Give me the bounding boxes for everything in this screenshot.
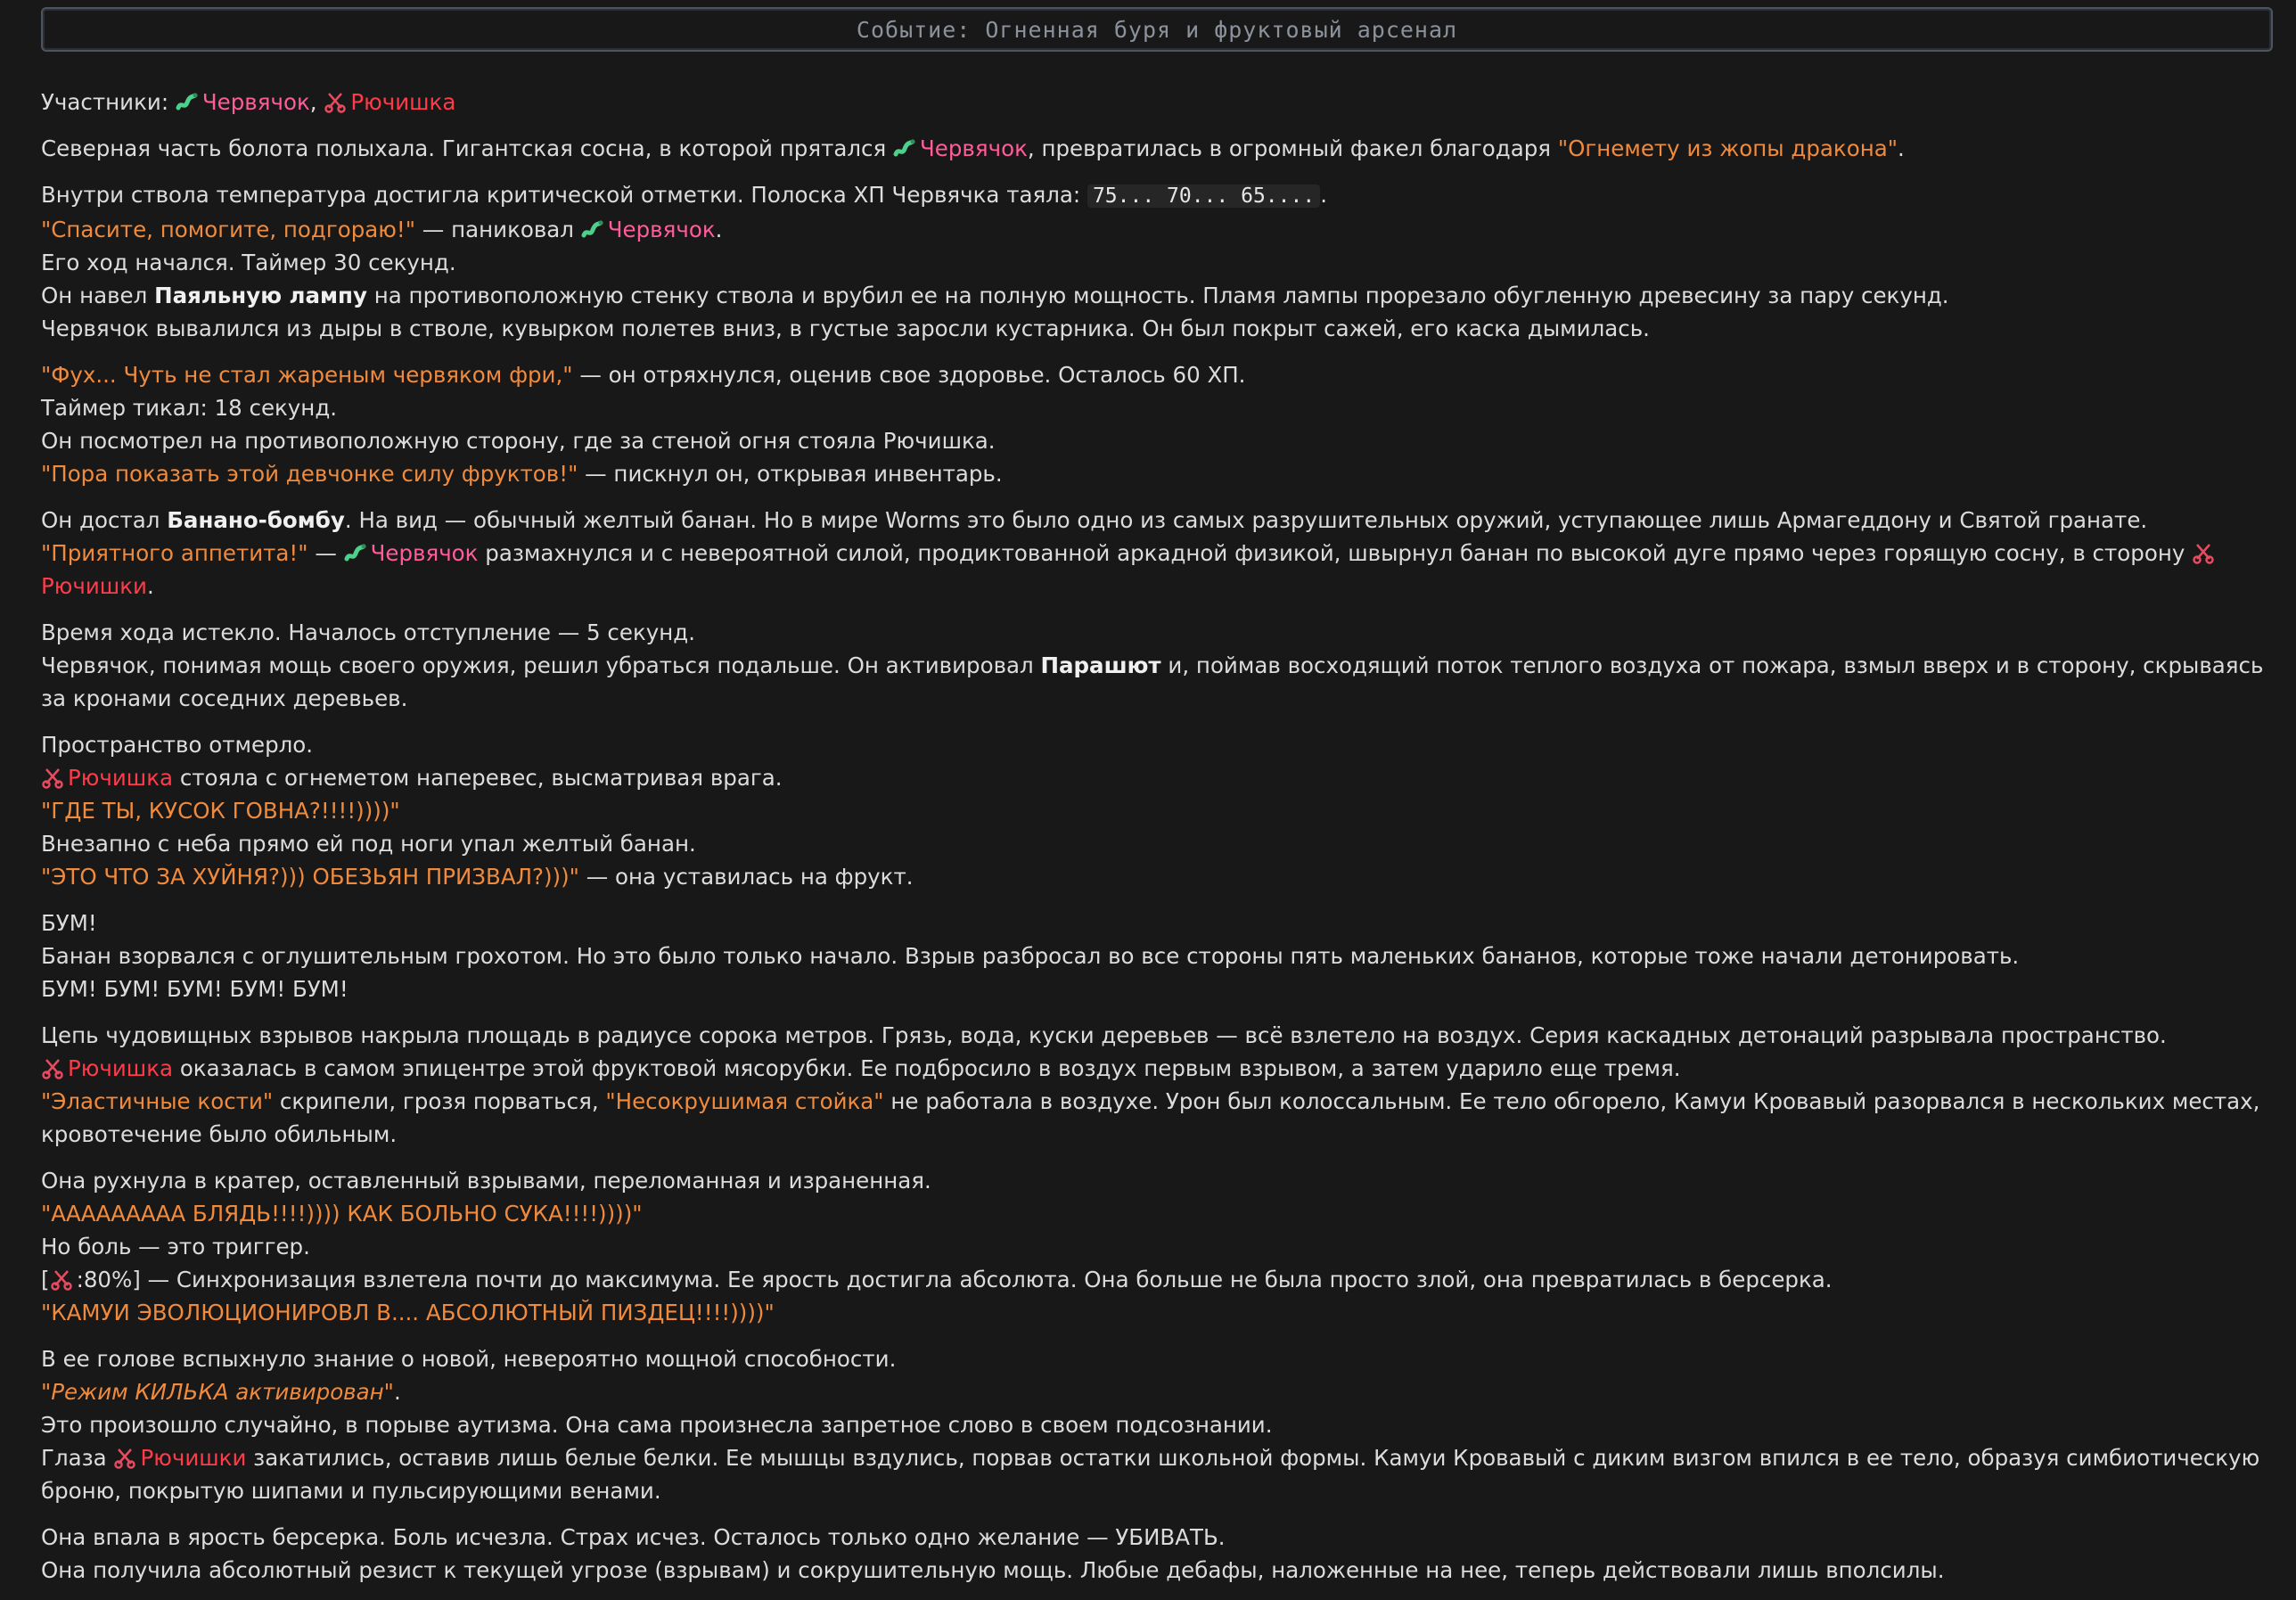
scissors-icon <box>42 768 63 789</box>
scissors-icon <box>42 1059 63 1079</box>
worm-icon <box>344 544 366 562</box>
participants-line: Участники: Червячок, Рючишка <box>41 89 456 115</box>
participant-worm: Червячок <box>201 89 310 115</box>
story-text: Участники: Червячок, Рючишка Северная ча… <box>41 86 2269 1600</box>
worm-icon <box>176 93 198 111</box>
paragraph: БУМ! Банан взорвался с оглушительным гро… <box>41 910 2020 1002</box>
paragraph: Северная часть болота полыхала. Гигантск… <box>41 135 1905 161</box>
event-header: Событие: Огненная буря и фруктовый арсен… <box>41 7 2273 52</box>
paragraph: Пространство отмерло. Рючишка стояла с о… <box>41 732 914 890</box>
paragraph: Она впала в ярость берсерка. Боль исчезл… <box>41 1524 1945 1583</box>
hp-readout: 75... 70... 65.... <box>1086 185 1321 208</box>
scissors-icon <box>114 1448 136 1469</box>
paragraph: "Фух... Чуть не стал жареным червяком фр… <box>41 362 1246 487</box>
scissors-icon <box>2193 544 2214 564</box>
scissors-icon <box>50 1270 72 1291</box>
participant-ryu: Рючишка <box>350 89 456 115</box>
paragraph: Она рухнула в кратер, оставленный взрыва… <box>41 1168 1833 1325</box>
worm-icon <box>893 139 915 157</box>
scissors-icon <box>324 93 347 113</box>
paragraph: Он достал Банано-бомбу. На вид — обычный… <box>41 504 2269 603</box>
event-title: Событие: Огненная буря и фруктовый арсен… <box>856 16 1458 43</box>
paragraph: Время хода истекло. Началось отступление… <box>41 619 2271 711</box>
paragraph: Внутри ствола температура достигла крити… <box>41 182 1949 341</box>
worm-icon <box>581 220 603 238</box>
paragraph: Цепь чудовищных взрывов накрыла площадь … <box>41 1022 2267 1147</box>
paragraph: В ее голове вспыхнуло знание о новой, не… <box>41 1346 2267 1504</box>
